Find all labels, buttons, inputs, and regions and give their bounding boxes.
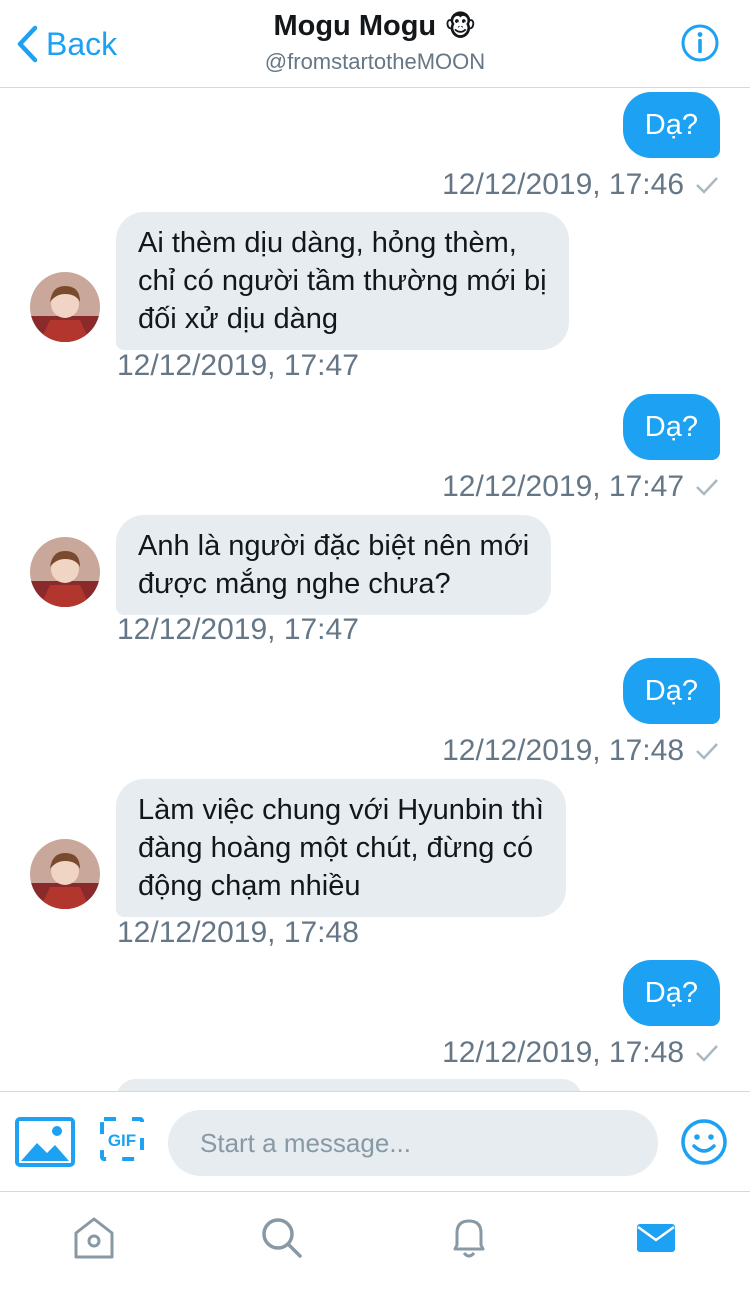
message-timestamp: 12/12/2019, 17:47 [117,613,359,646]
bell-icon [453,1219,485,1258]
conversation-title: Mogu Mogu [273,10,437,42]
message-outgoing[interactable]: Dạ? [622,658,720,724]
home-icon [74,1217,114,1259]
bottom-tab-bar [0,1192,750,1293]
avatar[interactable] [30,537,100,607]
add-gif-button[interactable]: GIF [100,1117,144,1161]
conversation-title-block[interactable]: Mogu Mogu 🐵 @fromstartotheMOON [0,10,750,75]
message-bubble: Dạ? [622,394,720,460]
gif-icon: GIF [100,1117,144,1161]
sent-check-icon [694,471,720,505]
timestamp-text: 12/12/2019, 17:46 [442,168,684,201]
message-line: Anh là người đặc biệt nên mới [138,530,530,562]
envelope-icon [637,1224,675,1252]
message-line: Ai thèm dịu dàng, hỏng thèm, [138,227,517,259]
tab-search[interactable] [252,1208,312,1268]
message-composer: GIF Start a message... [0,1091,750,1192]
sent-check-icon [694,169,720,203]
message-bubble: Dạ? [622,92,720,158]
message-timestamp: 12/12/2019, 17:48 [117,916,359,949]
message-outgoing[interactable]: Dạ? [622,960,720,1026]
message-incoming[interactable]: Anh là người đặc biệt nên mới được mắng … [116,515,552,615]
gif-label: GIF [108,1131,136,1150]
message-timestamp: 12/12/2019, 17:46 [442,168,720,203]
search-icon [262,1218,302,1258]
avatar-image [30,537,100,607]
sent-check-icon [694,735,720,769]
emoji-button[interactable] [680,1118,728,1166]
message-bubble: Dạ? [622,960,720,1026]
message-line: Làm việc chung với Hyunbin thì [138,794,544,826]
add-photo-button[interactable] [15,1117,75,1167]
conversation-header: Back Mogu Mogu 🐵 @fromstartotheMOON [0,0,750,88]
message-bubble-partial [116,1079,582,1091]
message-timestamp: 12/12/2019, 17:47 [442,470,720,505]
timestamp-text: 12/12/2019, 17:48 [442,1036,684,1069]
avatar[interactable] [30,839,100,909]
info-button[interactable] [680,23,720,63]
message-bubble: Dạ? [622,658,720,724]
image-icon [15,1117,75,1167]
message-timestamp: 12/12/2019, 17:48 [442,1036,720,1071]
tab-notifications[interactable] [439,1208,499,1268]
message-bubble: Làm việc chung với Hyunbin thì đàng hoàn… [116,779,566,917]
message-line: đối xử dịu dàng [138,303,338,335]
timestamp-text: 12/12/2019, 17:48 [442,734,684,767]
message-bubble: Anh là người đặc biệt nên mới được mắng … [116,515,552,615]
message-bubble: Ai thèm dịu dàng, hỏng thèm, chỉ có ngườ… [116,212,569,350]
message-line: động chạm nhiều [138,870,361,902]
message-line: đàng hoàng một chút, đừng có [138,832,534,864]
message-timestamp: 12/12/2019, 17:48 [442,734,720,769]
info-icon [681,24,719,62]
message-incoming[interactable]: Ai thèm dịu dàng, hỏng thèm, chỉ có ngườ… [116,212,569,350]
conversation-handle: @fromstartotheMOON [264,49,486,74]
sent-check-icon [694,1037,720,1071]
tab-home[interactable] [64,1208,124,1268]
message-input[interactable]: Start a message... [168,1110,658,1176]
smiley-icon [681,1119,727,1165]
avatar-image [30,272,100,342]
message-line: chỉ có người tầm thường mới bị [138,265,547,297]
message-outgoing[interactable]: Dạ? [622,92,720,158]
tab-messages[interactable] [626,1208,686,1268]
avatar-image [30,839,100,909]
message-outgoing[interactable]: Dạ? [622,394,720,460]
monkey-emoji: 🐵 [444,11,477,42]
message-incoming[interactable]: Làm việc chung với Hyunbin thì đàng hoàn… [116,779,566,917]
message-input-placeholder: Start a message... [200,1127,411,1158]
message-list[interactable]: Dạ? 12/12/2019, 17:46 Ai thèm dịu dàng, … [0,89,750,1091]
avatar[interactable] [30,272,100,342]
timestamp-text: 12/12/2019, 17:47 [442,470,684,503]
message-line: được mắng nghe chưa? [138,568,451,600]
message-timestamp: 12/12/2019, 17:47 [117,349,359,382]
